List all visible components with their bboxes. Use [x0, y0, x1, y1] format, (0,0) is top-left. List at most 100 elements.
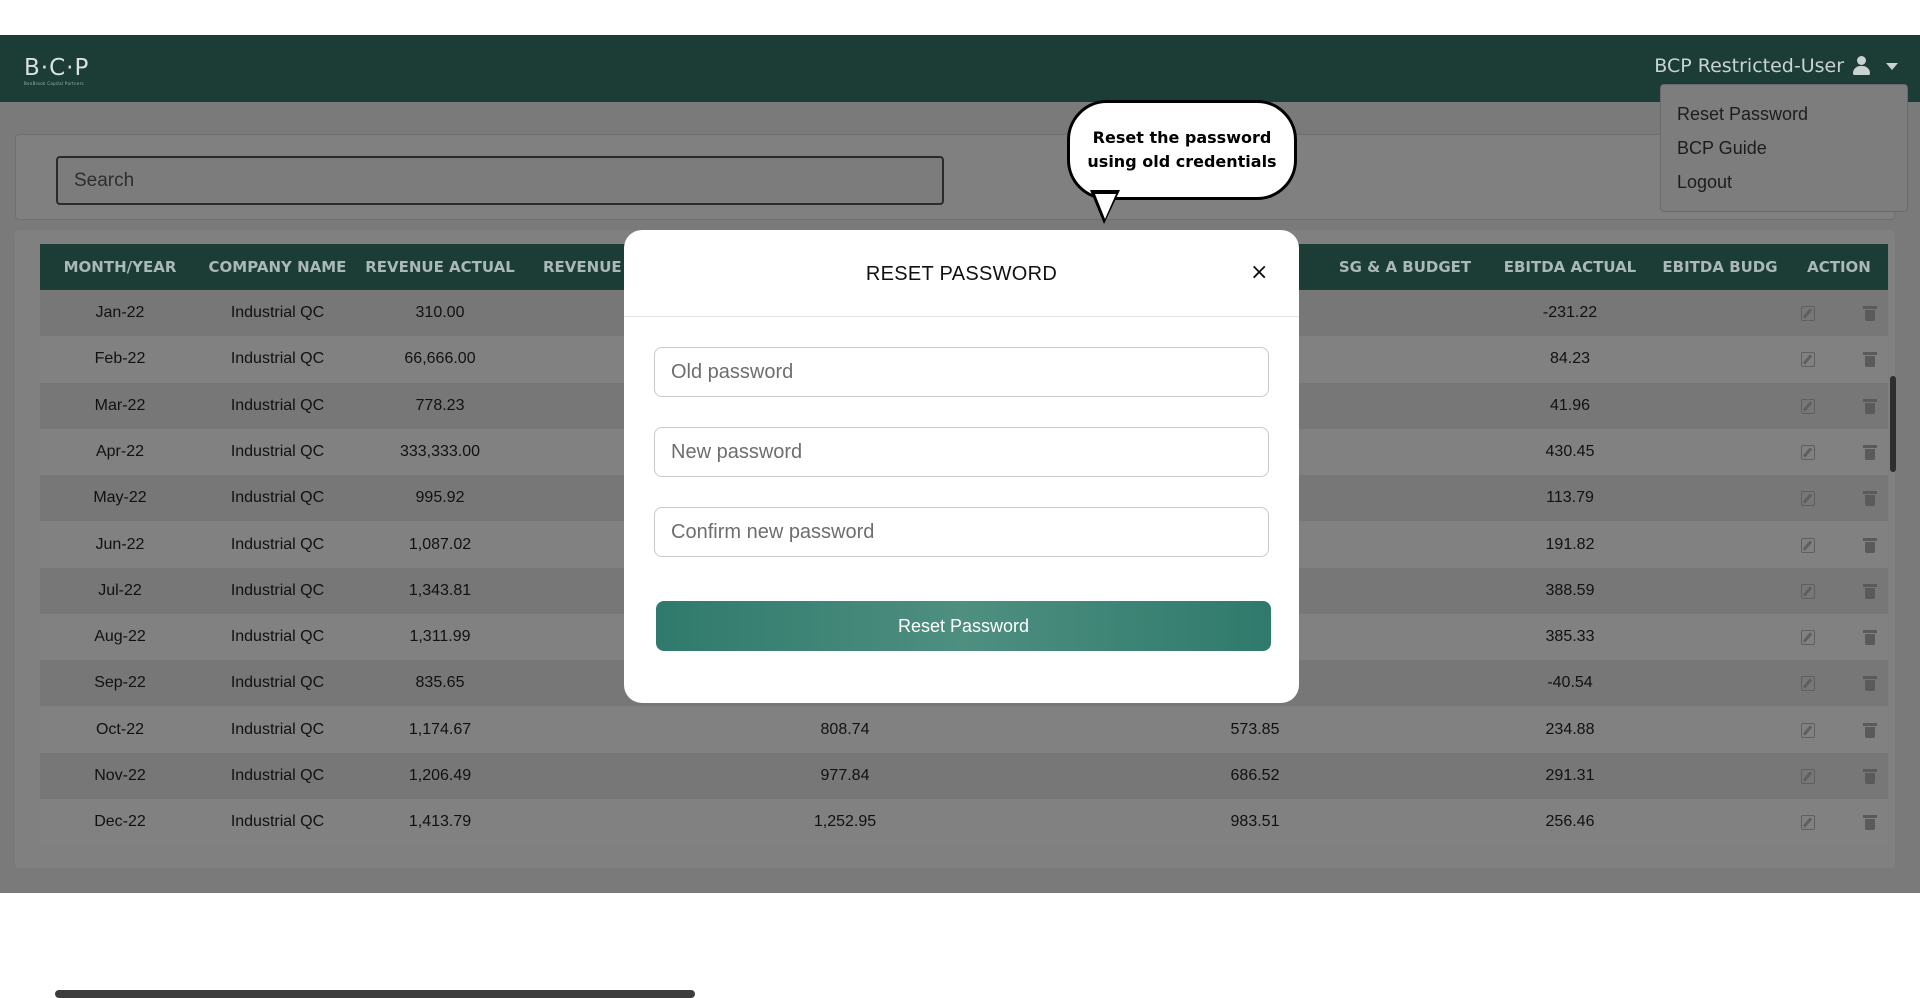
cell-company-name: Industrial QC — [230, 720, 325, 738]
edit-icon[interactable] — [1801, 306, 1815, 321]
edit-icon[interactable] — [1801, 444, 1815, 460]
cell-company-name: Industrial QC — [230, 581, 325, 599]
trash-icon[interactable] — [1863, 815, 1877, 831]
cell-ebitda-actual: 113.79 — [1546, 489, 1594, 507]
trash-icon[interactable] — [1863, 769, 1877, 784]
horizontal-scrollbar[interactable] — [55, 990, 695, 998]
trash-icon[interactable] — [1863, 444, 1877, 460]
cell-month-year: Jul-22 — [98, 581, 142, 599]
header-ebitda-budget[interactable]: EBITDA BUDG — [1650, 244, 1790, 290]
cell-company-name: Industrial QC — [230, 813, 325, 831]
table-row: Nov-22 Industrial QC 1,206.49 977.84 686.52 2… — [40, 753, 1888, 799]
trash-icon[interactable] — [1863, 722, 1877, 738]
trash-icon[interactable] — [1863, 398, 1877, 414]
edit-icon[interactable] — [1801, 352, 1815, 368]
old-password-field[interactable] — [654, 347, 1269, 397]
cell-revenue-column: 1,252.95 — [813, 813, 877, 831]
cell-revenue-column: 808.74 — [820, 720, 870, 738]
user-menu-toggle[interactable]: BCP Restricted-User — [1654, 55, 1898, 77]
edit-icon[interactable] — [1801, 630, 1815, 646]
cell-month-year: Aug-22 — [94, 628, 146, 646]
table-row: Dec-22 Industrial QC 1,413.79 1,252.95 983.5… — [40, 799, 1888, 846]
trash-icon[interactable] — [1863, 306, 1877, 321]
cell-company-name: Industrial QC — [230, 767, 325, 784]
cell-month-year: Jan-22 — [95, 304, 145, 321]
cell-ebitda-actual: 291.31 — [1545, 767, 1595, 784]
annotation-callout: Reset the password using old credentials — [1067, 100, 1297, 200]
cell-ebitda-actual: 41.96 — [1549, 396, 1591, 414]
cell-sga-column: 686.52 — [1230, 767, 1280, 784]
cell-revenue-actual: 66,666.00 — [404, 350, 476, 368]
cell-month-year: Jun-22 — [95, 535, 145, 553]
cell-company-name: Industrial QC — [230, 442, 325, 460]
confirm-password-field[interactable] — [654, 507, 1269, 557]
modal-header: RESET PASSWORD × — [624, 230, 1299, 317]
cell-sga-column: 573.85 — [1230, 720, 1280, 738]
cell-month-year: Mar-22 — [94, 396, 146, 414]
bottom-margin — [0, 893, 1920, 951]
cell-ebitda-actual: 234.88 — [1545, 720, 1595, 738]
header-month-year[interactable]: MONTH/YEAR — [40, 244, 200, 290]
cell-month-year: Nov-22 — [94, 767, 146, 784]
trash-icon[interactable] — [1863, 352, 1877, 368]
edit-icon[interactable] — [1801, 537, 1815, 553]
close-icon[interactable]: × — [1250, 260, 1268, 285]
edit-icon[interactable] — [1801, 491, 1815, 507]
search-input[interactable] — [56, 156, 944, 205]
header-revenue-actual[interactable]: REVENUE ACTUAL — [355, 244, 525, 290]
menu-item-bcp-guide[interactable]: BCP Guide — [1677, 137, 1907, 171]
cell-ebitda-actual: 430.45 — [1545, 442, 1595, 460]
cell-company-name: Industrial QC — [230, 396, 325, 414]
cell-revenue-actual: 835.65 — [415, 674, 465, 692]
edit-icon[interactable] — [1801, 815, 1815, 831]
cell-month-year: May-22 — [93, 489, 147, 507]
edit-icon[interactable] — [1801, 583, 1815, 599]
edit-icon[interactable] — [1801, 722, 1815, 738]
header-sga-budget[interactable]: SG & A BUDGET — [1320, 244, 1490, 290]
cell-revenue-actual: 778.23 — [415, 396, 465, 414]
new-password-field[interactable] — [654, 427, 1269, 477]
user-icon — [1852, 56, 1870, 76]
user-dropdown-menu: Reset Password BCP Guide Logout — [1660, 84, 1908, 212]
reset-password-modal: RESET PASSWORD × Reset Password — [624, 230, 1299, 703]
cell-revenue-actual: 1,311.99 — [409, 628, 471, 646]
cell-sga-column: 983.51 — [1230, 813, 1280, 831]
trash-icon[interactable] — [1863, 676, 1877, 692]
cell-ebitda-actual: -231.22 — [1542, 304, 1598, 321]
user-label: BCP Restricted-User — [1654, 55, 1844, 77]
cell-company-name: Industrial QC — [230, 535, 325, 553]
annotation-callout-tail-fill — [1095, 194, 1116, 219]
cell-revenue-actual: 333,333.00 — [399, 442, 481, 460]
trash-icon[interactable] — [1863, 491, 1877, 507]
menu-item-reset-password[interactable]: Reset Password — [1677, 103, 1907, 137]
cell-company-name: Industrial QC — [230, 350, 325, 368]
search-card — [15, 134, 1895, 220]
cell-month-year: Feb-22 — [94, 350, 146, 368]
cell-ebitda-actual: -40.54 — [1547, 674, 1593, 692]
menu-item-logout[interactable]: Logout — [1677, 171, 1907, 205]
cell-revenue-actual: 1,343.81 — [408, 581, 472, 599]
vertical-scrollbar[interactable] — [1890, 376, 1896, 472]
cell-company-name: Industrial QC — [230, 304, 325, 321]
edit-icon[interactable] — [1801, 769, 1815, 784]
table-row: Oct-22 Industrial QC 1,174.67 808.74 573.85 2… — [40, 706, 1888, 753]
trash-icon[interactable] — [1863, 537, 1877, 553]
navbar: B·C·P BenBrook Capital Partners BCP Rest… — [0, 35, 1920, 102]
header-ebitda-actual[interactable]: EBITDA ACTUAL — [1490, 244, 1650, 290]
cell-month-year: Apr-22 — [95, 442, 145, 460]
top-margin — [0, 0, 1920, 35]
header-company-name[interactable]: COMPANY NAME — [200, 244, 355, 290]
reset-password-button[interactable]: Reset Password — [656, 601, 1271, 651]
cell-revenue-actual: 995.92 — [415, 489, 465, 507]
cell-revenue-actual: 1,087.02 — [408, 535, 472, 553]
trash-icon[interactable] — [1863, 583, 1877, 599]
brand-logo[interactable]: B·C·P — [24, 55, 89, 81]
cell-revenue-actual: 1,413.79 — [408, 813, 472, 831]
cell-revenue-column: 977.84 — [820, 767, 870, 784]
edit-icon[interactable] — [1801, 398, 1815, 414]
header-action: ACTION — [1807, 258, 1871, 276]
cell-ebitda-actual: 388.59 — [1545, 581, 1595, 599]
trash-icon[interactable] — [1863, 630, 1877, 646]
cell-company-name: Industrial QC — [230, 674, 325, 692]
edit-icon[interactable] — [1801, 676, 1815, 692]
